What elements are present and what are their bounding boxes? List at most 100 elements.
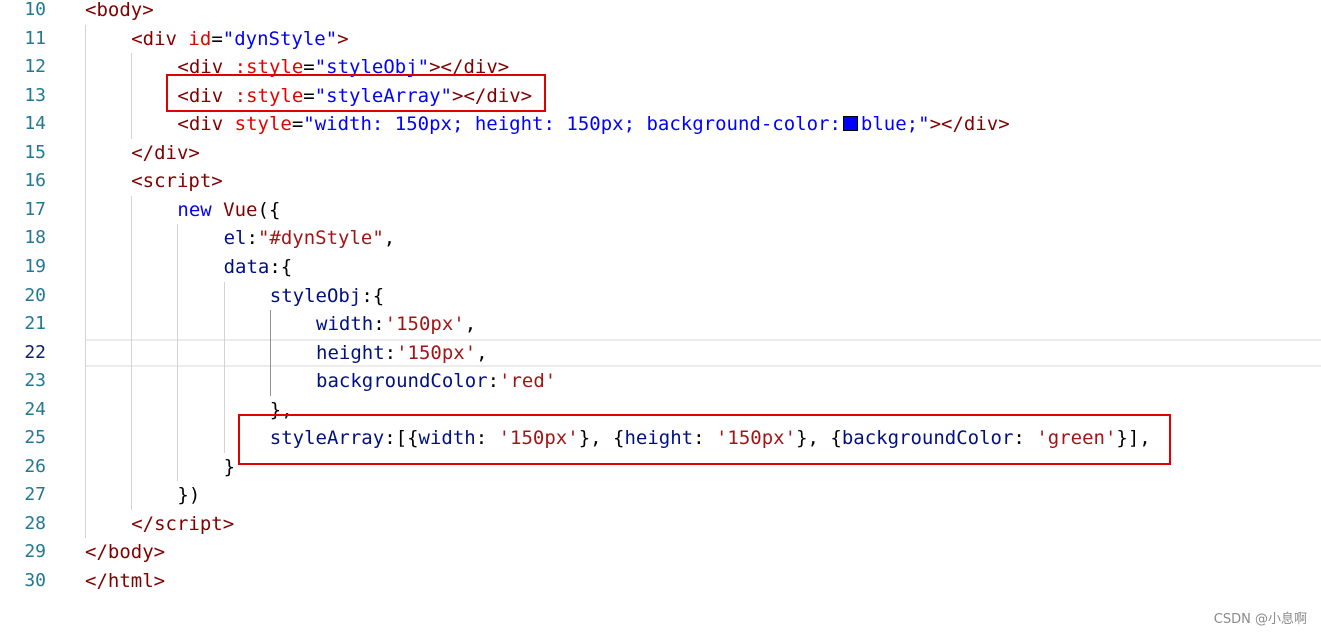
code-token: body: [96, 0, 143, 21]
code-token: >: [153, 570, 166, 592]
code-token: :{: [361, 284, 385, 307]
code-line[interactable]: 11 <div id="dynStyle">: [0, 25, 1321, 54]
code-token: >: [211, 170, 223, 193]
code-token: '150px': [384, 313, 465, 336]
line-number: 14: [24, 113, 46, 135]
code-token: =: [211, 27, 223, 50]
code-line[interactable]: 22 height:'150px',: [0, 338, 1321, 368]
code-text: data:{: [224, 253, 293, 282]
code-token: Vue: [223, 198, 258, 221]
indent-guide: [131, 53, 133, 139]
line-number: 16: [24, 170, 46, 192]
code-token: el: [223, 227, 247, 250]
code-line[interactable]: 15 </div>: [0, 139, 1321, 168]
code-text: }): [177, 481, 200, 510]
code-token: }): [177, 484, 201, 507]
highlight-box-style-array-div: [166, 74, 546, 112]
code-token: >: [142, 0, 154, 21]
code-text: <body>: [85, 0, 154, 25]
code-line[interactable]: 29 </body>: [0, 538, 1321, 567]
color-swatch-icon[interactable]: [842, 116, 858, 132]
code-text: backgroundColor:'red': [316, 367, 556, 396]
code-line[interactable]: 23 backgroundColor:'red': [0, 367, 1321, 396]
indent-guide: [269, 310, 271, 396]
line-number: 25: [24, 427, 46, 449]
code-token: style: [234, 113, 292, 136]
code-token: 'red': [499, 370, 557, 393]
line-number: 26: [24, 455, 46, 477]
line-number: 29: [24, 541, 46, 563]
code-text: </div>: [131, 139, 200, 168]
code-text: el:"#dynStyle",: [224, 224, 396, 253]
code-token: <: [85, 0, 97, 21]
code-line[interactable]: 21 width:'150px',: [0, 310, 1321, 339]
code-text: styleObj:{: [270, 282, 384, 311]
line-number: 23: [24, 370, 46, 392]
code-line[interactable]: 19 data:{: [0, 253, 1321, 282]
code-token: "#dynStyle": [257, 227, 384, 250]
line-number: 18: [24, 227, 46, 249]
code-editor[interactable]: 10 <body> 11 <div id="dynStyle"> 12 <div :sty…: [0, 0, 1321, 600]
code-token: :: [373, 313, 385, 336]
code-token: script: [154, 512, 223, 535]
code-line[interactable]: 17 new Vue({: [0, 196, 1321, 225]
indent-guide: [177, 224, 179, 482]
code-line[interactable]: 27}): [0, 481, 1321, 510]
code-token: div: [154, 141, 189, 164]
code-token: =: [291, 113, 304, 136]
code-token: styleObj: [269, 284, 362, 307]
code-token: ,: [383, 227, 396, 250]
code-token: '150px': [396, 341, 477, 364]
code-line[interactable]: 28 </script>: [0, 510, 1321, 539]
code-token: data: [223, 255, 270, 278]
code-token: div: [188, 113, 224, 136]
code-line[interactable]: 18 el:"#dynStyle",: [0, 224, 1321, 253]
code-line[interactable]: 16 <script>: [0, 167, 1321, 196]
code-token: </: [131, 512, 155, 535]
code-line[interactable]: 10 <body>: [0, 0, 1321, 25]
code-token: >: [337, 27, 349, 50]
code-line[interactable]: 30 </html>: [0, 567, 1321, 596]
code-text: new Vue({: [177, 196, 280, 225]
code-token: >: [998, 113, 1010, 136]
code-token: >: [222, 512, 235, 535]
code-token: ></: [929, 113, 964, 136]
code-line[interactable]: 20 styleObj:{: [0, 282, 1321, 311]
code-text: <div id="dynStyle">: [131, 25, 348, 54]
code-token: width: [316, 313, 374, 336]
line-number: 20: [24, 284, 46, 306]
code-token: }: [223, 455, 236, 478]
code-token: script: [142, 170, 212, 193]
code-text: </html>: [85, 567, 165, 596]
code-text: height:'150px',: [316, 339, 488, 368]
code-token: <: [177, 113, 189, 136]
line-number: 30: [24, 570, 46, 591]
code-token: </: [85, 541, 108, 564]
code-token: :{: [269, 255, 293, 278]
code-text: <div style="width: 150px; height: 150px;…: [177, 110, 1009, 139]
code-token: id: [188, 27, 212, 50]
code-text: width:'150px',: [316, 310, 476, 339]
code-token: "width: 150px; height: 150px; background…: [303, 113, 841, 136]
code-line[interactable]: 14 <div style="width: 150px; height: 150p…: [0, 110, 1321, 139]
line-number: 13: [24, 84, 46, 106]
code-token: <: [131, 27, 143, 50]
line-number: 27: [24, 484, 46, 506]
code-text: <script>: [131, 167, 223, 196]
code-token: :: [246, 227, 258, 250]
code-token: :: [487, 370, 500, 393]
line-number: 17: [24, 198, 46, 220]
code-token: blue;": [860, 113, 930, 136]
line-number: 21: [24, 313, 46, 335]
code-token: new: [177, 198, 212, 221]
code-token: body: [107, 541, 154, 564]
code-token: </: [85, 570, 108, 592]
indent-guide: [131, 195, 133, 510]
code-token: div: [963, 113, 999, 136]
code-token: height: [316, 341, 385, 364]
highlight-box-style-array-data: [238, 414, 1171, 465]
line-number: 10: [24, 0, 46, 20]
indent-guide: [85, 24, 86, 539]
